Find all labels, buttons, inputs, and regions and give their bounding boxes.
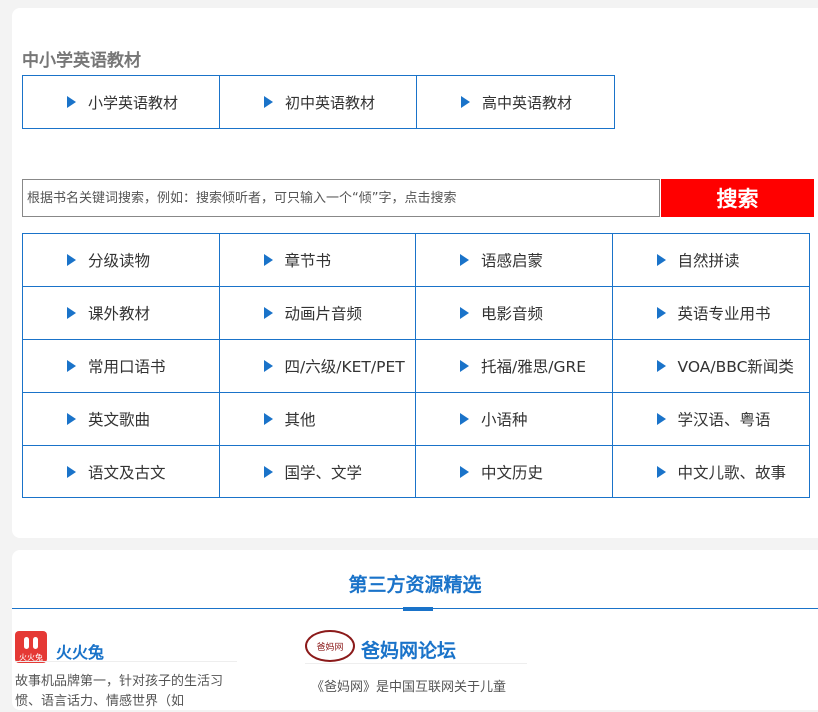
category-link[interactable]: 中文儿歌、故事: [613, 446, 810, 498]
textbook-link-junior[interactable]: 初中英语教材: [220, 76, 417, 128]
play-triangle-icon: [656, 413, 666, 425]
category-label: 小语种: [481, 411, 528, 429]
play-triangle-icon: [460, 413, 469, 425]
play-triangle-icon: [656, 307, 666, 319]
resource-description: 《爸妈网》是中国互联网关于儿童: [311, 680, 507, 695]
play-triangle-icon: [460, 360, 469, 372]
play-triangle-icon: [67, 254, 76, 266]
divider: [305, 663, 527, 664]
huohuotu-logo[interactable]: 火火兔: [15, 631, 47, 663]
category-link[interactable]: 动画片音频: [220, 287, 416, 339]
category-label: 托福/雅思/GRE: [481, 358, 587, 376]
textbook-link-senior[interactable]: 高中英语教材: [417, 76, 614, 128]
category-label: 自然拼读: [677, 252, 740, 270]
search-input[interactable]: [22, 179, 660, 217]
third-party-title: 第三方资源精选: [348, 574, 482, 596]
play-triangle-icon: [67, 307, 76, 319]
category-link[interactable]: VOA/BBC新闻类: [613, 340, 810, 392]
category-link[interactable]: 章节书: [220, 234, 416, 286]
resource-name[interactable]: 爸妈网论坛: [361, 636, 456, 663]
category-link[interactable]: 国学、文学: [220, 446, 416, 498]
category-label: 中文儿歌、故事: [677, 464, 787, 482]
category-label: 分级读物: [88, 252, 151, 270]
category-row: 语文及古文 国学、文学 中文历史 中文儿歌、故事: [23, 446, 809, 498]
category-label: 英语专业用书: [677, 305, 771, 323]
textbook-link-primary[interactable]: 小学英语教材: [23, 76, 220, 128]
category-link[interactable]: 中文历史: [416, 446, 613, 498]
play-triangle-icon: [656, 360, 666, 372]
category-link[interactable]: 其他: [220, 393, 416, 445]
category-label: 电影音频: [481, 305, 544, 323]
category-link[interactable]: 四/六级/KET/PET: [220, 340, 416, 392]
play-triangle-icon: [67, 413, 76, 425]
play-triangle-icon: [263, 307, 273, 319]
play-triangle-icon: [263, 360, 273, 372]
category-label: VOA/BBC新闻类: [677, 358, 794, 376]
play-triangle-icon: [460, 307, 469, 319]
category-label: 动画片音频: [284, 305, 363, 323]
category-row: 英文歌曲 其他 小语种 学汉语、粤语: [23, 393, 809, 446]
category-label: 其他: [284, 411, 316, 429]
play-triangle-icon: [67, 96, 76, 108]
category-row: 课外教材 动画片音频 电影音频 英语专业用书: [23, 287, 809, 340]
title-accent-bar: [403, 607, 433, 611]
category-link[interactable]: 分级读物: [23, 234, 220, 286]
category-link[interactable]: 英语专业用书: [613, 287, 810, 339]
category-label: 国学、文学: [284, 464, 363, 482]
textbook-link-label: 小学英语教材: [88, 93, 179, 112]
category-label: 课外教材: [88, 305, 151, 323]
category-link[interactable]: 电影音频: [416, 287, 613, 339]
play-triangle-icon: [263, 413, 273, 425]
textbook-link-label: 初中英语教材: [285, 93, 376, 112]
category-label: 英文歌曲: [88, 411, 151, 429]
section-title: 中小学英语教材: [22, 51, 141, 71]
textbook-link-label: 高中英语教材: [482, 93, 573, 112]
play-triangle-icon: [656, 254, 666, 266]
category-grid: 分级读物 章节书 语感启蒙 自然拼读 课外教材 动画片音频 电影音频 英语专业用…: [22, 233, 810, 498]
category-link[interactable]: 小语种: [416, 393, 613, 445]
category-link[interactable]: 课外教材: [23, 287, 220, 339]
play-triangle-icon: [263, 466, 273, 478]
resource-name[interactable]: 火火兔: [56, 639, 104, 663]
bamawang-logo[interactable]: 爸妈网: [305, 630, 355, 662]
category-label: 学汉语、粤语: [677, 411, 771, 429]
textbook-grid: 小学英语教材 初中英语教材 高中英语教材: [22, 75, 615, 129]
category-label: 四/六级/KET/PET: [284, 358, 405, 376]
play-triangle-icon: [460, 254, 469, 266]
category-link[interactable]: 英文歌曲: [23, 393, 220, 445]
category-label: 常用口语书: [88, 358, 166, 376]
play-triangle-icon: [656, 466, 666, 478]
category-label: 中文历史: [481, 464, 544, 482]
category-link[interactable]: 语感启蒙: [416, 234, 613, 286]
category-row: 分级读物 章节书 语感启蒙 自然拼读: [23, 234, 809, 287]
category-label: 章节书: [284, 252, 332, 270]
play-triangle-icon: [67, 360, 76, 372]
rabbit-ear-icon: [24, 637, 29, 649]
play-triangle-icon: [460, 466, 469, 478]
category-row: 常用口语书 四/六级/KET/PET 托福/雅思/GRE VOA/BBC新闻类: [23, 340, 809, 393]
category-link[interactable]: 常用口语书: [23, 340, 220, 392]
rabbit-ear-icon: [33, 637, 38, 649]
category-link[interactable]: 自然拼读: [613, 234, 810, 286]
play-triangle-icon: [264, 96, 273, 108]
logo-text: 爸妈网: [316, 642, 344, 653]
category-label: 语感启蒙: [481, 252, 544, 270]
divider: [15, 661, 237, 662]
category-link[interactable]: 语文及古文: [23, 446, 220, 498]
resource-description: 故事机品牌第一，针对孩子的生活习惯、语言话力、情感世界（如: [15, 674, 224, 709]
category-link[interactable]: 学汉语、粤语: [613, 393, 810, 445]
category-link[interactable]: 托福/雅思/GRE: [416, 340, 613, 392]
category-label: 语文及古文: [88, 464, 166, 482]
play-triangle-icon: [263, 254, 273, 266]
play-triangle-icon: [67, 466, 76, 478]
play-triangle-icon: [461, 96, 470, 108]
search-button[interactable]: 搜索: [661, 179, 814, 217]
